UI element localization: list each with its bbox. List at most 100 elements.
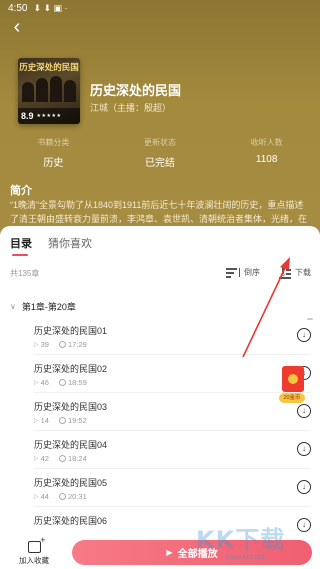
episode-duration: 19:52 xyxy=(67,416,87,425)
chevron-down-icon: ∨ xyxy=(10,302,16,311)
episode-download-button[interactable]: ↓ xyxy=(297,518,311,532)
chapter-range-toggle[interactable]: ∨ 第1章-第20章 xyxy=(10,300,76,313)
episode-title: 历史深处的民国01 xyxy=(34,326,108,336)
tab-bar: 目录 猜你喜欢 xyxy=(0,230,320,256)
clock-icon xyxy=(58,417,66,424)
play-count-icon: ▷ xyxy=(34,456,39,462)
episode-duration: 20:31 xyxy=(67,492,87,501)
episode-meta: ▷ 14 19:52 xyxy=(34,416,87,425)
episode-item[interactable]: 历史深处的民国02 ▷ 46 18:59 ↓ xyxy=(0,358,320,396)
watermark-url: www.kkx.net xyxy=(226,554,265,561)
back-button[interactable]: ‹ xyxy=(8,16,26,38)
episode-duration: 18:24 xyxy=(67,454,87,463)
episode-plays: 44 xyxy=(40,492,49,501)
download-circle-icon: ↓ xyxy=(302,444,306,453)
divider xyxy=(34,468,310,469)
watermark-logo: KK下载 xyxy=(196,526,286,554)
episode-plays: 46 xyxy=(40,378,49,387)
download-circle-icon: ↓ xyxy=(302,406,306,415)
red-packet-bonus[interactable]: 20金币 xyxy=(279,366,305,404)
scroll-indicator xyxy=(307,318,313,320)
book-cover[interactable]: 历史深处的民国 8.9 ★★★★★ xyxy=(18,58,80,124)
cover-figures xyxy=(22,74,76,102)
episode-duration: 18:59 xyxy=(67,378,87,387)
meta-listeners: 收听人数 1108 xyxy=(213,137,320,171)
catalog-sheet: 目录 猜你喜欢 共135章 倒序 下载 ∨ 第1章-第20章 历史深处的民国01… xyxy=(0,226,320,569)
meta-category: 书籍分类 历史 xyxy=(0,137,107,171)
book-author: 江城（主播：殷超） xyxy=(90,103,172,113)
clock-icon xyxy=(58,455,66,462)
divider xyxy=(34,430,310,431)
chapter-count: 共135章 xyxy=(10,269,40,278)
meta-value: 已完结 xyxy=(145,158,175,169)
meta-status: 更新状态 已完结 xyxy=(107,137,214,171)
download-circle-icon: ↓ xyxy=(302,482,306,491)
divider xyxy=(34,392,310,393)
play-count-icon: ▷ xyxy=(34,342,39,348)
episode-item[interactable]: 历史深处的民国04 ▷ 42 18:24 ↓ xyxy=(0,434,320,472)
chapter-range-label: 第1章-第20章 xyxy=(21,302,76,312)
download-circle-icon: ↓ xyxy=(302,330,306,339)
tab-recommend[interactable]: 猜你喜欢 xyxy=(48,235,92,251)
cover-rating: 8.9 ★★★★★ xyxy=(18,108,80,124)
add-favorite-icon xyxy=(27,535,46,553)
episode-plays: 39 xyxy=(40,340,49,349)
episode-download-button[interactable]: ↓ xyxy=(297,480,311,494)
meta-label: 收听人数 xyxy=(250,138,283,147)
tab-catalog[interactable]: 目录 xyxy=(10,235,32,256)
episode-plays: 14 xyxy=(40,416,49,425)
book-header: 4:50 ⬇ ⬇ ▣ · ‹ 历史深处的民国 8.9 ★★★★★ 历史深处的民国… xyxy=(0,0,320,235)
intro-text[interactable]: “1晚清”全景勾勒了从1840到1911前后近七十年波澜壮阔的历史，重点描述了清… xyxy=(10,198,312,226)
book-title: 历史深处的民国 xyxy=(90,83,182,98)
status-bar: 4:50 ⬇ ⬇ ▣ · xyxy=(0,0,320,16)
episode-title: 历史深处的民国03 xyxy=(34,402,108,412)
episode-download-button[interactable]: ↓ xyxy=(297,404,311,418)
play-icon: ▶ xyxy=(166,548,173,557)
play-count-icon: ▷ xyxy=(34,494,39,500)
clock-icon xyxy=(58,379,66,386)
episode-download-button[interactable]: ↓ xyxy=(297,328,311,342)
episode-meta: ▷ 42 18:24 xyxy=(34,454,87,463)
clock-icon xyxy=(58,341,66,348)
episode-meta: ▷ 39 17:29 xyxy=(34,340,87,349)
book-meta: 书籍分类 历史 更新状态 已完结 收听人数 1108 xyxy=(0,137,320,171)
star-rating-icon: ★★★★★ xyxy=(36,113,62,119)
sort-label: 倒序 xyxy=(244,267,260,277)
download-icon xyxy=(279,266,291,279)
episode-download-button[interactable]: ↓ xyxy=(297,442,311,456)
meta-value: 1108 xyxy=(255,154,278,165)
episode-duration: 17:29 xyxy=(67,340,87,349)
cover-title: 历史深处的民国 xyxy=(19,63,79,73)
play-count-icon: ▷ xyxy=(34,418,39,424)
favorite-label: 加入收藏 xyxy=(19,556,49,565)
episode-meta: ▷ 44 20:31 xyxy=(34,492,87,501)
meta-value: 历史 xyxy=(43,158,64,169)
red-packet-label: 20金币 xyxy=(279,393,305,403)
sort-icon xyxy=(226,266,240,278)
episode-plays: 42 xyxy=(40,454,49,463)
episode-title: 历史深处的民国02 xyxy=(34,364,108,374)
episode-meta: ▷ 46 18:59 xyxy=(34,378,87,387)
episode-title: 历史深处的民国06 xyxy=(34,516,108,526)
status-icons: ⬇ ⬇ ▣ · xyxy=(33,2,68,13)
sort-button[interactable]: 倒序 xyxy=(226,266,260,278)
episode-item[interactable]: 历史深处的民国05 ▷ 44 20:31 ↓ xyxy=(0,472,320,510)
episode-title: 历史深处的民国05 xyxy=(34,478,108,488)
episode-item[interactable]: 历史深处的民国01 ▷ 39 17:29 ↓ xyxy=(0,320,320,358)
episode-item[interactable]: 历史深处的民国03 ▷ 14 19:52 ↓ xyxy=(0,396,320,434)
episode-title: 历史深处的民国04 xyxy=(34,440,108,450)
clock-icon xyxy=(58,493,66,500)
download-button[interactable]: 下载 xyxy=(279,266,311,279)
divider xyxy=(34,506,310,507)
divider xyxy=(34,354,310,355)
status-time: 4:50 xyxy=(8,2,28,14)
intro-title: 简介 xyxy=(10,185,32,197)
chevron-left-icon: ‹ xyxy=(13,16,21,38)
play-count-icon: ▷ xyxy=(34,380,39,386)
meta-label: 书籍分类 xyxy=(37,138,70,147)
download-circle-icon: ↓ xyxy=(302,520,306,529)
red-envelope-icon xyxy=(282,366,304,392)
favorite-button[interactable]: 加入收藏 xyxy=(14,535,54,569)
download-label: 下载 xyxy=(295,267,311,277)
cover-score: 8.9 xyxy=(21,111,34,121)
